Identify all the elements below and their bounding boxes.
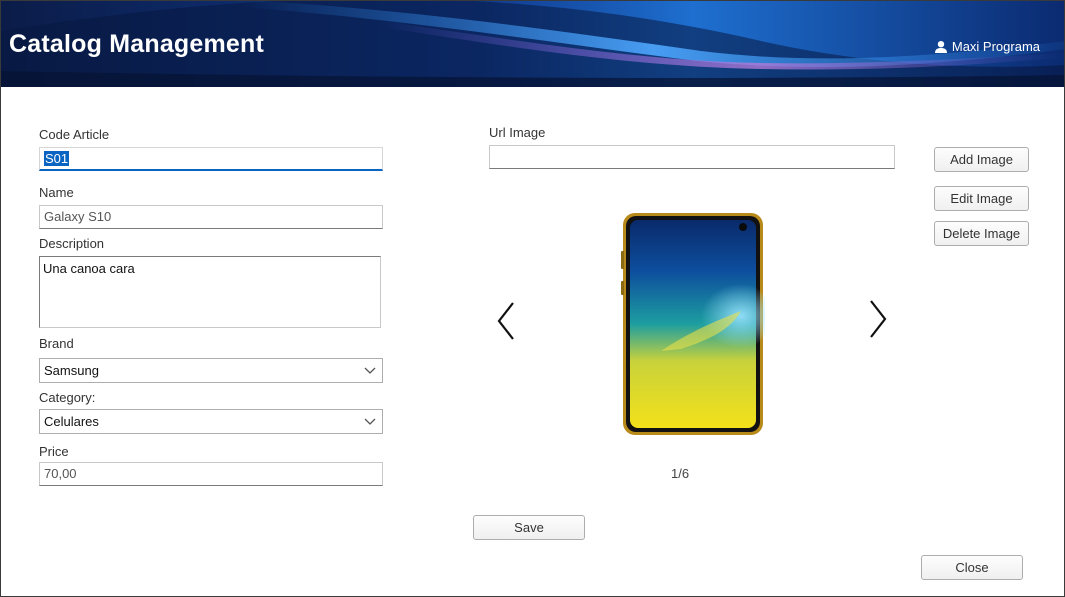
- category-label: Category:: [39, 390, 96, 405]
- save-button[interactable]: Save: [473, 515, 585, 540]
- close-button[interactable]: Close: [921, 555, 1023, 580]
- product-image: [621, 213, 765, 435]
- brand-label: Brand: [39, 336, 74, 351]
- catalog-window: Catalog Management Maxi Programa Code Ar…: [0, 0, 1065, 597]
- user-badge: Maxi Programa: [934, 39, 1040, 54]
- code-value: S01: [44, 151, 70, 166]
- app-title: Catalog Management: [9, 30, 265, 58]
- chevron-down-icon: [364, 367, 376, 374]
- user-icon: [934, 40, 948, 54]
- chevron-down-icon: [364, 418, 376, 425]
- code-input[interactable]: S01: [39, 147, 383, 171]
- name-label: Name: [39, 185, 74, 200]
- price-input[interactable]: 70,00: [39, 462, 383, 486]
- chevron-right-icon[interactable]: [867, 299, 889, 339]
- brand-value: Samsung: [44, 363, 99, 378]
- price-label: Price: [39, 444, 69, 459]
- user-name: Maxi Programa: [951, 39, 1040, 54]
- url-image-label: Url Image: [489, 125, 546, 140]
- chevron-left-icon[interactable]: [495, 301, 517, 341]
- category-select[interactable]: Celulares: [39, 409, 383, 434]
- brand-select[interactable]: Samsung: [39, 358, 383, 383]
- add-image-button[interactable]: Add Image: [934, 147, 1029, 172]
- edit-image-button[interactable]: Edit Image: [934, 186, 1029, 211]
- image-counter: 1/6: [671, 466, 690, 481]
- url-image-input[interactable]: [489, 145, 895, 169]
- category-value: Celulares: [44, 414, 99, 429]
- header-banner: Catalog Management Maxi Programa: [1, 1, 1064, 87]
- code-label: Code Article: [39, 127, 110, 142]
- description-textarea[interactable]: Una canoa cara: [39, 256, 381, 328]
- description-label: Description: [39, 236, 105, 251]
- name-input[interactable]: Galaxy S10: [39, 205, 383, 229]
- delete-image-button[interactable]: Delete Image: [934, 221, 1029, 246]
